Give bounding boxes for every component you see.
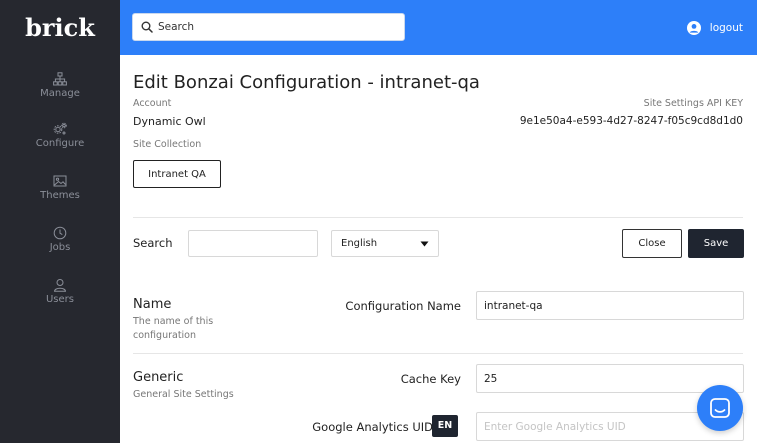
- sidebar-item-label: Configure: [35, 138, 85, 149]
- name-section-description: The name of this configuration: [133, 316, 214, 341]
- configuration-name-label: Configuration Name: [345, 299, 461, 313]
- save-button[interactable]: Save: [688, 229, 744, 258]
- divider: [133, 217, 743, 218]
- main-content: Edit Bonzai Configuration - intranet-qa …: [120, 55, 757, 443]
- language-select[interactable]: English: [331, 230, 439, 257]
- google-analytics-label: Google Analytics UID: [312, 420, 433, 434]
- account-value: Dynamic Owl: [133, 115, 206, 128]
- user-icon: [53, 279, 67, 292]
- global-search-input[interactable]: [158, 21, 388, 33]
- global-search[interactable]: [132, 13, 405, 41]
- sidebar-item-users[interactable]: Users: [0, 278, 120, 305]
- gears-icon: [53, 122, 67, 135]
- chat-launcher-button[interactable]: [697, 385, 743, 431]
- logout-link[interactable]: logout: [686, 0, 743, 55]
- language-badge: EN: [432, 415, 458, 437]
- name-section-title: Name: [133, 297, 172, 312]
- api-key-value: 9e1e50a4-e593-4d27-8247-f05c9cd8d1d0: [519, 115, 743, 127]
- user-circle-icon: [686, 20, 701, 35]
- caret-down-icon: [420, 241, 429, 246]
- divider: [133, 353, 743, 354]
- logout-label: logout: [709, 21, 743, 34]
- sidebar-item-configure[interactable]: Configure: [0, 122, 120, 149]
- sidebar-item-themes[interactable]: Themes: [0, 174, 120, 201]
- account-label: Account: [133, 98, 172, 109]
- generic-section-title: Generic: [133, 370, 184, 385]
- clock-icon: [53, 226, 67, 240]
- site-collection-label: Site Collection: [133, 139, 202, 150]
- search-icon: [141, 21, 153, 33]
- top-bar: brick logout: [0, 0, 757, 55]
- image-icon: [53, 175, 67, 187]
- site-collection-button[interactable]: Intranet QA: [133, 160, 221, 188]
- configuration-name-field[interactable]: [476, 291, 744, 320]
- brand-logo[interactable]: brick: [0, 0, 120, 55]
- sidebar-item-label: Users: [45, 294, 74, 305]
- sidebar-item-label: Jobs: [49, 242, 71, 253]
- page-title: Edit Bonzai Configuration - intranet-qa: [133, 72, 480, 93]
- sidebar-item-label: Themes: [40, 190, 80, 201]
- sidebar: Manage Configure Themes Jobs Users: [0, 55, 120, 443]
- cache-key-label: Cache Key: [400, 372, 461, 386]
- chat-icon: [710, 398, 730, 418]
- api-key-label: Site Settings API KEY: [643, 98, 743, 109]
- sidebar-item-label: Manage: [40, 88, 80, 99]
- sitemap-icon: [53, 72, 67, 86]
- sidebar-item-jobs[interactable]: Jobs: [0, 226, 120, 253]
- sidebar-item-manage[interactable]: Manage: [0, 72, 120, 99]
- language-select-value: English: [341, 238, 378, 249]
- close-button[interactable]: Close: [622, 229, 682, 258]
- cache-key-field[interactable]: [476, 364, 744, 393]
- generic-section-description: General Site Settings: [133, 389, 234, 400]
- search-input[interactable]: [188, 230, 318, 257]
- search-label: Search: [133, 236, 173, 250]
